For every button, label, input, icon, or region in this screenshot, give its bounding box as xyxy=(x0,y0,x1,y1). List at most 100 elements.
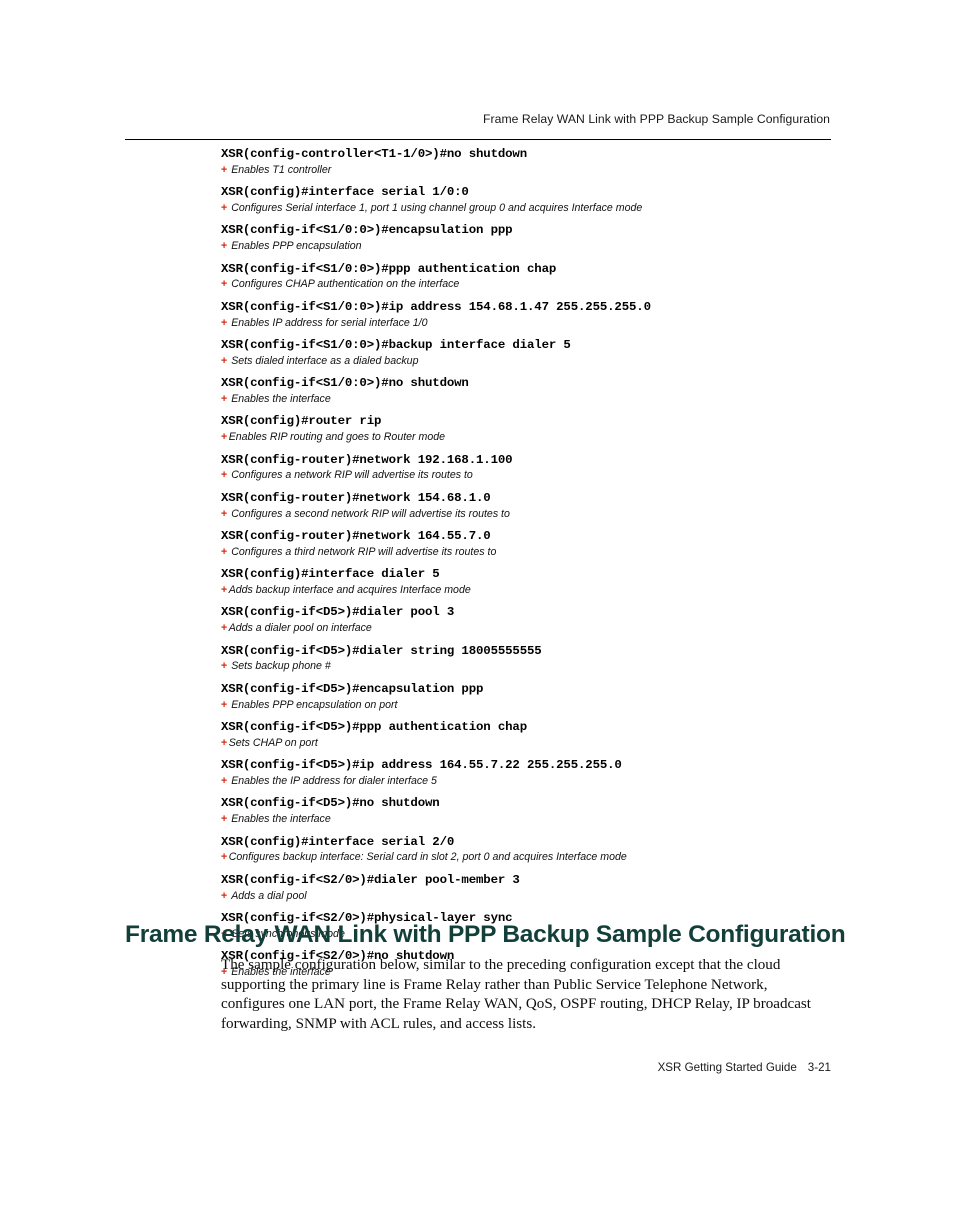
cli-block: XSR(config-router)#network 192.168.1.100… xyxy=(221,452,861,483)
cli-command: XSR(config-if<D5>)#ip address 164.55.7.2… xyxy=(221,758,622,773)
cli-description: + Enables PPP encapsulation on port xyxy=(221,697,861,712)
running-header-text: Frame Relay WAN Link with PPP Backup Sam… xyxy=(483,112,830,126)
cli-description-text: Adds a dialer pool on interface xyxy=(228,622,372,635)
section-paragraph: The sample configuration below, similar … xyxy=(221,957,811,1032)
bullet-plus-icon: + xyxy=(221,507,228,520)
cli-description: + Enables the interface xyxy=(221,812,861,827)
cli-command: XSR(config-if<S2/0>)#dialer pool-member … xyxy=(221,872,520,887)
cli-block: XSR(config-if<S2/0>)#dialer pool-member … xyxy=(221,872,861,903)
cli-command: XSR(config-if<S1/0:0>)#ip address 154.68… xyxy=(221,299,651,314)
bullet-plus-icon: + xyxy=(221,354,228,367)
cli-block: XSR(config-router)#network 164.55.7.0 + Co… xyxy=(221,528,861,559)
bullet-plus-icon: + xyxy=(221,774,228,787)
bullet-plus-icon: + xyxy=(221,851,228,864)
cli-description-text: Adds backup interface and acquires Inter… xyxy=(228,583,471,596)
bullet-plus-icon: + xyxy=(221,813,228,826)
bullet-plus-icon: + xyxy=(221,583,228,596)
cli-description-text: Sets CHAP on port xyxy=(228,736,318,749)
cli-command: XSR(config-if<D5>)#dialer pool 3 xyxy=(221,605,455,620)
cli-command: XSR(config-controller<T1-1/0>)#no shutdo… xyxy=(221,147,527,161)
cli-command: XSR(config-if<D5>)#encapsulation ppp xyxy=(221,681,484,696)
header-divider-rule xyxy=(125,139,831,140)
cli-description-text: Adds a dial pool xyxy=(231,889,307,902)
bullet-plus-icon: + xyxy=(221,240,228,253)
cli-block: XSR(config)#interface serial 2/0 + Configu… xyxy=(221,834,861,865)
cli-description: + Configures backup interface: Serial car… xyxy=(221,850,861,865)
cli-description: + Enables IP address for serial interface… xyxy=(221,315,861,330)
cli-description: + Adds backup interface and acquires Inte… xyxy=(221,582,861,597)
bullet-plus-icon: + xyxy=(221,431,228,444)
running-header: Frame Relay WAN Link with PPP Backup Sam… xyxy=(125,112,830,127)
bullet-plus-icon: + xyxy=(221,278,228,291)
cli-block: XSR(config-if<S1/0:0>)#backup interface … xyxy=(221,337,861,368)
bullet-plus-icon: + xyxy=(221,660,228,673)
cli-block: XSR(config-if<D5>)#no shutdown + Enables t… xyxy=(221,795,861,826)
cli-description: + Adds a dial pool xyxy=(221,888,861,903)
cli-command: XSR(config-if<D5>)#no shutdown xyxy=(221,796,440,811)
cli-command: XSR(config-if<D5>)#ppp authentication ch… xyxy=(221,720,527,735)
cli-description: + Enables the IP address for dialer inter… xyxy=(221,773,861,788)
cli-command: XSR(config-if<S1/0:0>)#backup interface … xyxy=(221,338,571,353)
cli-block: XSR(config-router)#network 154.68.1.0 + Co… xyxy=(221,490,861,521)
cli-description-text: Enables the IP address for dialer interf… xyxy=(231,774,437,787)
cli-block: XSR(config-if<D5>)#dialer string 1800555… xyxy=(221,643,861,674)
cli-command: XSR(config)#interface dialer 5 xyxy=(221,567,440,582)
cli-command: XSR(config-if<S1/0:0>)#encapsulation ppp xyxy=(221,223,513,238)
cli-command: XSR(config-if<S1/0:0>)#ppp authenticatio… xyxy=(221,261,557,276)
section-heading: Frame Relay WAN Link with PPP Backup Sam… xyxy=(125,921,846,949)
cli-command: XSR(config-router)#network 164.55.7.0 xyxy=(221,529,491,544)
cli-description-text: Configures backup interface: Serial card… xyxy=(228,851,627,864)
cli-description: + Adds a dialer pool on interface xyxy=(221,621,861,636)
footer-page-number: 3-21 xyxy=(807,1061,831,1074)
cli-block: XSR(config-if<S1/0:0>)#encapsulation ppp… xyxy=(221,222,861,253)
cli-description-text: Enables the interface xyxy=(231,813,331,826)
cli-description-text: Configures CHAP authentication on the in… xyxy=(231,278,460,291)
cli-command: XSR(config)#interface serial 1/0:0 xyxy=(221,185,469,200)
bullet-plus-icon: + xyxy=(221,622,228,635)
cli-block: XSR(config-if<D5>)#ppp authentication ch… xyxy=(221,719,861,750)
cli-description-text: Enables the interface xyxy=(231,392,331,405)
cli-description: + Configures a second network RIP will ad… xyxy=(221,506,861,521)
cli-description: + Configures a network RIP will advertise… xyxy=(221,468,861,483)
cli-description-text: Configures a network RIP will advertise … xyxy=(231,469,473,482)
cli-block: XSR(config-controller<T1-1/0>)#no shutdo… xyxy=(221,146,861,177)
cli-command: XSR(config)#router rip xyxy=(221,414,382,429)
cli-description: + Configures a third network RIP will adv… xyxy=(221,544,861,559)
document-page: Frame Relay WAN Link with PPP Backup Sam… xyxy=(0,0,954,1206)
cli-description: + Enables T1 controller xyxy=(221,162,861,177)
cli-block: XSR(config)#interface dialer 5 + Adds back… xyxy=(221,566,861,597)
cli-description-text: Enables PPP encapsulation xyxy=(231,240,362,253)
bullet-plus-icon: + xyxy=(221,889,228,902)
cli-command: XSR(config-if<S1/0:0>)#no shutdown xyxy=(221,376,469,391)
bullet-plus-icon: + xyxy=(221,545,228,558)
cli-block: XSR(config)#interface serial 1/0:0 + Confi… xyxy=(221,184,861,215)
cli-block: XSR(config-if<D5>)#dialer pool 3 + Adds a … xyxy=(221,604,861,635)
cli-description-text: Enables T1 controller xyxy=(231,163,332,176)
bullet-plus-icon: + xyxy=(221,736,228,749)
bullet-plus-icon: + xyxy=(221,698,228,711)
bullet-plus-icon: + xyxy=(221,201,228,214)
cli-description-text: Enables IP address for serial interface … xyxy=(231,316,428,329)
cli-description: + Configures CHAP authentication on the i… xyxy=(221,277,861,292)
cli-description: + Sets backup phone # xyxy=(221,659,861,674)
cli-block: XSR(config)#router rip + Enables RIP routi… xyxy=(221,413,861,444)
bullet-plus-icon: + xyxy=(221,469,228,482)
cli-description-text: Configures a second network RIP will adv… xyxy=(231,507,510,520)
cli-description-text: Sets backup phone # xyxy=(231,660,331,673)
cli-block: XSR(config-if<D5>)#encapsulation ppp + Ena… xyxy=(221,681,861,712)
cli-description: + Sets CHAP on port xyxy=(221,735,861,750)
cli-description-text: Enables PPP encapsulation on port xyxy=(231,698,398,711)
cli-description: + Enables the interface xyxy=(221,391,861,406)
cli-description: + Sets dialed interface as a dialed backu… xyxy=(221,353,861,368)
cli-description-text: Configures a third network RIP will adve… xyxy=(231,545,497,558)
cli-description-text: Enables RIP routing and goes to Router m… xyxy=(228,431,446,444)
footer-guide-title: XSR Getting Started Guide xyxy=(657,1061,797,1074)
cli-description-text: Sets dialed interface as a dialed backup xyxy=(231,354,419,367)
cli-command-list: XSR(config-controller<T1-1/0>)#no shutdo… xyxy=(221,146,861,986)
cli-block: XSR(config-if<D5>)#ip address 164.55.7.2… xyxy=(221,757,861,788)
cli-command: XSR(config-if<D5>)#dialer string 1800555… xyxy=(221,643,542,658)
cli-block: XSR(config-if<S1/0:0>)#no shutdown + Enabl… xyxy=(221,375,861,406)
bullet-plus-icon: + xyxy=(221,316,228,329)
cli-command: XSR(config-router)#network 192.168.1.100 xyxy=(221,452,513,467)
cli-description: + Enables RIP routing and goes to Router … xyxy=(221,430,861,445)
